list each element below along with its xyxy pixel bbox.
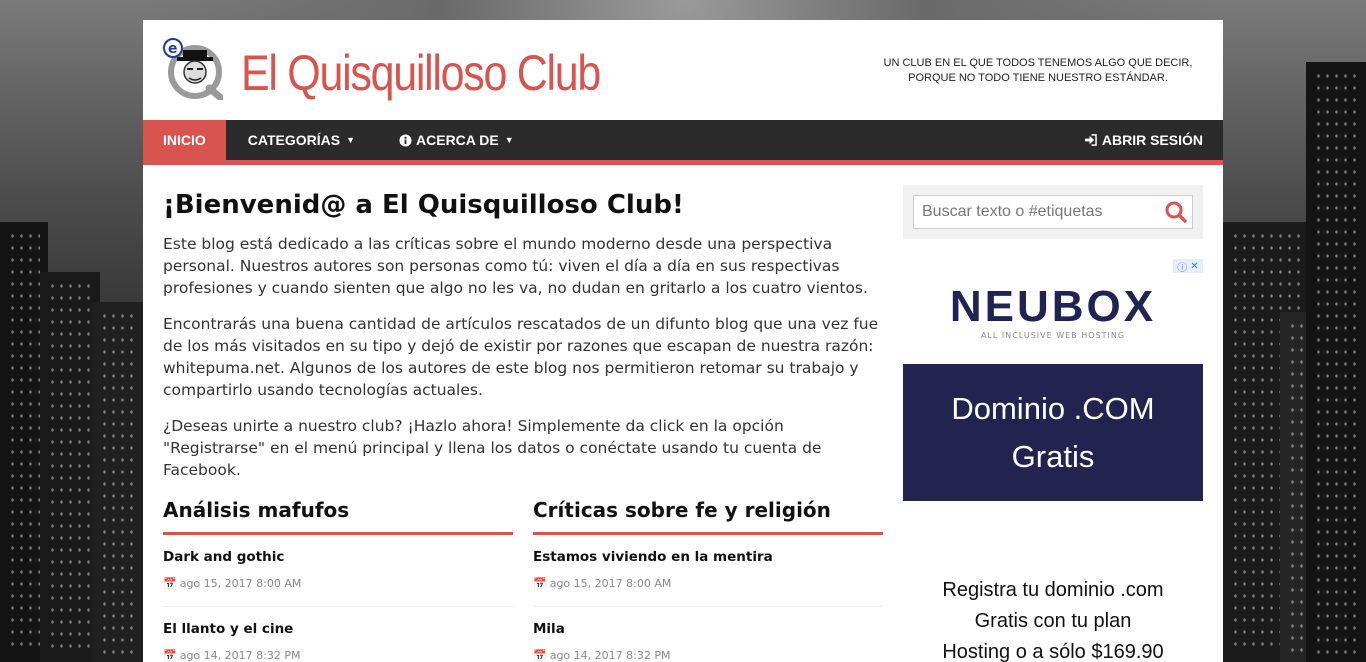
site-tagline: UN CLUB EN EL QUE TODOS TENEMOS ALGO QUE… <box>873 56 1203 86</box>
ad-info-icon: ⓘ <box>1177 262 1188 274</box>
ad-copy-line: Gratis con tu plan <box>974 610 1132 632</box>
site-header: e El Quisquilloso Club UN CLUB EN EL QUE… <box>143 20 1223 120</box>
ad-copy-line: Registra tu dominio .com <box>942 579 1164 601</box>
calendar-icon: 📅 <box>163 649 177 662</box>
background-building <box>40 272 100 662</box>
site-title[interactable]: El Quisquilloso Club <box>241 42 601 104</box>
tagline-line: UN CLUB EN EL QUE TODOS TENEMOS ALGO QUE… <box>883 57 1193 69</box>
intro-paragraph: ¿Deseas unirte a nuestro club? ¡Hazlo ah… <box>163 417 822 479</box>
post-title-link[interactable]: Mila <box>533 621 883 637</box>
ad-brand-name: NEUBOX <box>949 282 1157 331</box>
ad-brand-logo: NEUBOX ALL INCLUSIVE WEB HOSTING <box>903 259 1203 364</box>
caret-down-icon: ▼ <box>504 135 514 145</box>
post-item: Mila 📅 ago 14, 2017 8:32 PM <box>533 607 883 662</box>
post-date: 📅 ago 15, 2017 8:00 AM <box>533 577 883 590</box>
post-item: Estamos viviendo en la mentira 📅 ago 15,… <box>533 535 883 607</box>
calendar-icon: 📅 <box>533 577 547 590</box>
post-title-link[interactable]: El llanto y el cine <box>163 621 513 637</box>
post-date: 📅 ago 14, 2017 8:32 PM <box>163 649 513 662</box>
advertisement[interactable]: ⓘ ✕ NEUBOX ALL INCLUSIVE WEB HOSTING Dom… <box>903 259 1203 662</box>
intro-paragraph: Encontrarás una buena cantidad de artícu… <box>163 315 879 399</box>
nav-about-dropdown[interactable]: ACERCA DE ▼ <box>377 120 536 160</box>
category-section: Críticas sobre fe y religión Estamos viv… <box>533 495 883 662</box>
site-logo-icon[interactable]: e <box>163 38 223 100</box>
post-date: 📅 ago 14, 2017 8:32 PM <box>533 649 883 662</box>
ad-banner-line: Dominio .COM <box>951 391 1155 426</box>
nav-login-label: ABRIR SESIÓN <box>1101 132 1203 148</box>
ad-brand-sub: ALL INCLUSIVE WEB HOSTING <box>980 331 1126 340</box>
intro-paragraph: Este blog está dedicado a las críticas s… <box>163 235 868 297</box>
page-title: ¡Bienvenid@ a El Quisquilloso Club! <box>163 190 684 220</box>
main-navbar: INICIO CATEGORÍAS ▼ ACERCA DE ▼ ABRIR SE… <box>143 120 1223 165</box>
post-date-text: ago 14, 2017 8:32 PM <box>549 649 671 662</box>
category-heading[interactable]: Análisis mafufos <box>163 495 513 535</box>
post-date: 📅 ago 15, 2017 8:00 AM <box>163 577 513 590</box>
post-title-link[interactable]: Dark and gothic <box>163 549 513 565</box>
calendar-icon: 📅 <box>533 649 547 662</box>
search-input[interactable] <box>914 197 1170 227</box>
nav-categories-dropdown[interactable]: CATEGORÍAS ▼ <box>226 120 377 160</box>
post-date-text: ago 15, 2017 8:00 AM <box>549 577 672 590</box>
info-icon <box>399 133 412 147</box>
calendar-icon: 📅 <box>163 577 177 590</box>
nav-home[interactable]: INICIO <box>143 120 226 160</box>
nav-about-label: ACERCA DE <box>416 132 499 148</box>
category-heading[interactable]: Críticas sobre fe y religión <box>533 495 883 535</box>
nav-home-label: INICIO <box>163 132 206 148</box>
search-widget <box>903 185 1203 239</box>
post-item: Dark and gothic 📅 ago 15, 2017 8:00 AM <box>163 535 513 607</box>
main-content: ¡Bienvenid@ a El Quisquilloso Club! Este… <box>163 185 883 662</box>
sidebar: ⓘ ✕ NEUBOX ALL INCLUSIVE WEB HOSTING Dom… <box>903 185 1203 662</box>
search-field-wrapper <box>913 195 1193 229</box>
post-date-text: ago 15, 2017 8:00 AM <box>179 577 302 590</box>
page-container: e El Quisquilloso Club UN CLUB EN EL QUE… <box>143 20 1223 662</box>
ad-copy-line: Hosting o a sólo $169.90 <box>942 641 1164 662</box>
ad-copy: Registra tu dominio .com Gratis con tu p… <box>903 501 1203 662</box>
post-date-text: ago 14, 2017 8:32 PM <box>179 649 301 662</box>
category-columns: Análisis mafufos Dark and gothic 📅 ago 1… <box>163 495 883 662</box>
nav-login[interactable]: ABRIR SESIÓN <box>1084 120 1203 160</box>
post-title-link[interactable]: Estamos viviendo en la mentira <box>533 549 883 565</box>
ad-banner-line: Gratis <box>1011 439 1095 474</box>
background-building <box>92 302 144 662</box>
search-icon[interactable] <box>1164 200 1188 224</box>
category-section: Análisis mafufos Dark and gothic 📅 ago 1… <box>163 495 513 662</box>
ad-choices[interactable]: ⓘ ✕ <box>1173 259 1203 274</box>
tagline-line: PORQUE NO TODO TIENE NUESTRO ESTÁNDAR. <box>908 72 1168 84</box>
sign-in-icon <box>1084 134 1097 146</box>
post-item: El llanto y el cine 📅 ago 14, 2017 8:32 … <box>163 607 513 662</box>
ad-banner: Dominio .COM Gratis <box>903 364 1203 501</box>
ad-close-icon: ✕ <box>1190 260 1199 272</box>
svg-text:e: e <box>168 41 178 57</box>
background-building <box>1306 62 1366 662</box>
nav-categories-label: CATEGORÍAS <box>247 132 341 148</box>
caret-down-icon: ▼ <box>346 135 356 145</box>
